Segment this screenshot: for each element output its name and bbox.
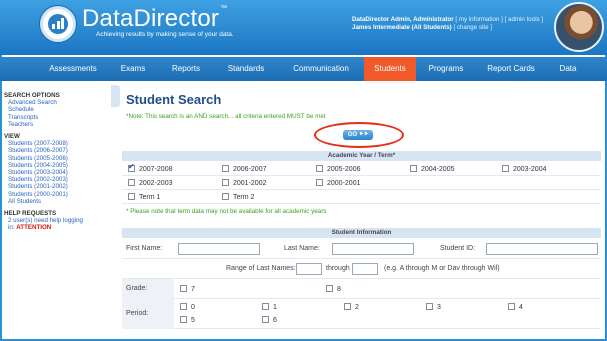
year-checkbox-2004-2005[interactable]: 2004-2005 — [410, 165, 454, 173]
period-checkbox-5[interactable]: 5 — [180, 316, 195, 324]
grade-row: Grade: 7 8 — [122, 279, 601, 299]
name-row: First Name: Last Name: Student ID: — [122, 239, 601, 259]
sidebar-teachers[interactable]: Teachers — [4, 121, 108, 128]
range-row: Range of Last Names: through (e.g. A thr… — [122, 259, 601, 279]
period-checkbox-3[interactable]: 3 — [426, 303, 441, 311]
term-row: Term 1 Term 2 — [122, 190, 601, 204]
first-name-input[interactable] — [178, 243, 260, 255]
range-label: Range of Last Names: — [226, 265, 296, 272]
view-heading: VIEW — [4, 133, 20, 141]
main-nav: Assessments Exams Reports Standards Comm… — [0, 57, 607, 81]
nav-communication[interactable]: Communication — [280, 57, 362, 81]
nav-report-cards[interactable]: Report Cards — [478, 57, 544, 81]
user-name: DataDirector Admin, Administrator — [352, 16, 454, 23]
period-checkbox-1[interactable]: 1 — [262, 303, 277, 311]
first-name-label: First Name: — [126, 245, 163, 252]
sidebar-collapse-handle[interactable] — [111, 85, 120, 107]
student-info-header: Student Information — [122, 228, 601, 238]
brand-tagline: Achieving results by making sense of you… — [96, 31, 234, 38]
range-start-input[interactable] — [296, 263, 322, 275]
search-options-heading: SEARCH OPTIONS — [4, 92, 60, 99]
period-label: Period: — [126, 310, 149, 317]
year-row-2: 2002-2003 2001-2002 2000-2001 — [122, 176, 601, 190]
year-checkbox-2003-2004[interactable]: 2003-2004 — [502, 165, 546, 173]
and-search-note: *Note: This search is an AND search... a… — [126, 113, 326, 120]
sidebar-students-2006-2007[interactable]: Students (2006-2007) — [4, 147, 108, 154]
sidebar-students-2003-2004[interactable]: Students (2003-2004) — [4, 169, 108, 176]
my-information-link[interactable]: [ my information ] — [455, 16, 502, 23]
grade-checkbox-7[interactable]: 7 — [180, 285, 195, 293]
sidebar-students-2005-2006[interactable]: Students (2005-2006) — [4, 155, 108, 162]
sidebar-advanced-search[interactable]: Advanced Search — [4, 99, 108, 106]
nav-standards[interactable]: Standards — [218, 57, 274, 81]
year-checkbox-2002-2003[interactable]: 2002-2003 — [128, 179, 172, 187]
year-checkbox-2006-2007[interactable]: 2006-2007 — [222, 165, 266, 173]
period-checkbox-6[interactable]: 6 — [262, 316, 277, 324]
go-highlight: GO ⯈⯈ — [314, 122, 404, 148]
user-info: DataDirector Admin, Administrator [ my i… — [352, 16, 543, 23]
sidebar-transcripts[interactable]: Transcripts — [4, 114, 108, 121]
sidebar-all-students[interactable]: All Students — [4, 198, 108, 205]
nav-data[interactable]: Data — [550, 57, 586, 81]
nav-reports[interactable]: Reports — [160, 57, 212, 81]
year-row-1: 2007-2008 2006-2007 2005-2006 2004-2005 … — [122, 162, 601, 176]
grade-checkbox-8[interactable]: 8 — [326, 285, 341, 293]
range-end-input[interactable] — [352, 263, 378, 275]
last-name-input[interactable] — [332, 243, 414, 255]
year-checkbox-2000-2001[interactable]: 2000-2001 — [316, 179, 360, 187]
year-checkbox-2005-2006[interactable]: 2005-2006 — [316, 165, 360, 173]
sidebar-students-2001-2002[interactable]: Students (2001-2002) — [4, 183, 108, 190]
help-requests-text[interactable]: 2 user(s) need help logging in: ATTENTIO… — [4, 217, 108, 231]
grade-label: Grade: — [126, 285, 148, 292]
student-id-input[interactable] — [486, 243, 598, 255]
period-checkbox-4[interactable]: 4 — [508, 303, 523, 311]
nav-students[interactable]: Students — [364, 57, 416, 81]
sidebar-students-2002-2003[interactable]: Students (2002-2003) — [4, 176, 108, 183]
site-info: James Intermediate (All Students) [ chan… — [352, 24, 492, 31]
page-title: Student Search — [126, 92, 222, 107]
user-photo — [554, 2, 604, 52]
through-label: through — [326, 265, 350, 272]
app-header: DataDirector™ Achieving results by makin… — [0, 0, 607, 55]
datadirector-logo-icon[interactable] — [40, 6, 76, 42]
period-row: Period: 0 1 2 3 4 5 6 — [122, 299, 601, 329]
term-checkbox-1[interactable]: Term 1 — [128, 193, 160, 201]
period-checkbox-0[interactable]: 0 — [180, 303, 195, 311]
brand-name[interactable]: DataDirector™ — [82, 5, 227, 33]
nav-assessments[interactable]: Assessments — [36, 57, 110, 81]
nav-exams[interactable]: Exams — [112, 57, 154, 81]
sidebar-students-2000-2001[interactable]: Students (2000-2001) — [4, 191, 108, 198]
student-id-label: Student ID: — [440, 245, 476, 252]
sidebar-students-2004-2005[interactable]: Students (2004-2005) — [4, 162, 108, 169]
term-checkbox-2[interactable]: Term 2 — [222, 193, 254, 201]
sidebar: SEARCH OPTIONS Advanced Search Schedule … — [4, 92, 108, 232]
range-example: (e.g. A through M or Dav through Wil) — [384, 265, 500, 272]
sidebar-schedule[interactable]: Schedule — [4, 106, 108, 113]
go-button[interactable]: GO ⯈⯈ — [343, 130, 373, 140]
academic-year-header: Academic Year / Term* — [122, 151, 601, 161]
period-checkbox-2[interactable]: 2 — [344, 303, 359, 311]
site-name: James Intermediate (All Students) — [352, 24, 452, 31]
attention-label: ATTENTION — [16, 224, 52, 232]
year-checkbox-2001-2002[interactable]: 2001-2002 — [222, 179, 266, 187]
change-site-link[interactable]: [ change site ] — [453, 24, 492, 31]
nav-programs[interactable]: Programs — [420, 57, 472, 81]
admin-tools-link[interactable]: [ admin tools ] — [505, 16, 544, 23]
last-name-label: Last Name: — [284, 245, 320, 252]
year-checkbox-2007-2008[interactable]: 2007-2008 — [128, 162, 172, 173]
help-requests-heading: HELP REQUESTS — [4, 210, 57, 218]
term-data-note: * Please note that term data may not be … — [126, 208, 327, 215]
sidebar-students-2007-2008[interactable]: Students (2007-2008) — [4, 140, 108, 147]
